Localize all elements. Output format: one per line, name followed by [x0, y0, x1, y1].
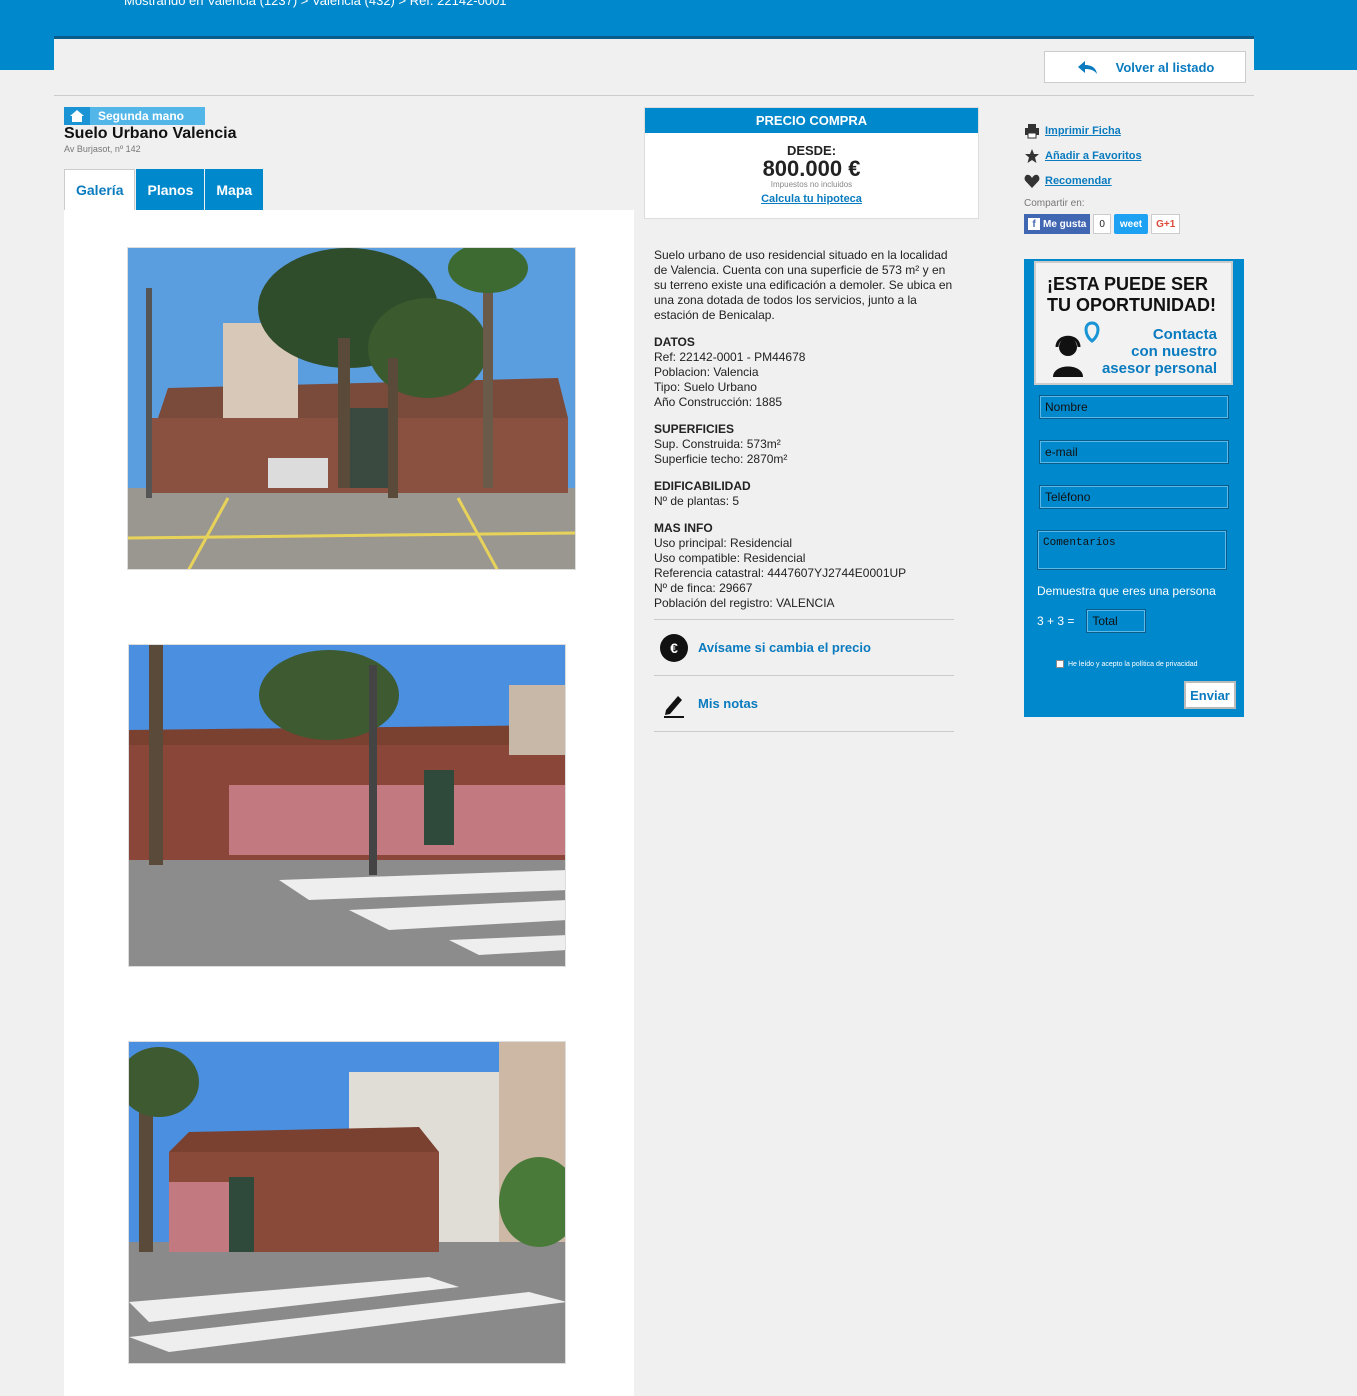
sup-construida: Sup. Construida: 573m²	[654, 437, 781, 451]
promo-banner: ¡ESTA PUEDE SER TU OPORTUNIDAD! Contacta…	[1034, 261, 1233, 385]
printer-icon	[1025, 123, 1039, 138]
tweet-button[interactable]: weet	[1113, 214, 1149, 234]
back-arrow-icon	[1077, 61, 1097, 74]
price-box: PRECIO COMPRA DESDE: 800.000 € Impuestos…	[644, 107, 979, 219]
euro-icon: €	[660, 633, 688, 662]
sup-techo: Superficie techo: 2870m²	[654, 452, 788, 466]
gallery-photo-1[interactable]	[127, 247, 576, 570]
mortgage-calculator-link[interactable]: Calcula tu hipoteca	[645, 193, 978, 205]
price-amount: 800.000 €	[762, 156, 861, 181]
promo-title: ¡ESTA PUEDE SER TU OPORTUNIDAD!	[1047, 274, 1216, 316]
facebook-like-count: 0	[1093, 214, 1111, 234]
listing-address: Av Burjasot, nº 142	[64, 144, 141, 154]
submit-button[interactable]: Enviar	[1184, 681, 1236, 709]
promo-title-line-1: ¡ESTA PUEDE SER	[1047, 274, 1209, 294]
recommend-link[interactable]: Recomendar	[1024, 168, 1142, 193]
share-label: Compartir en:	[1024, 198, 1085, 209]
datos-ref: Ref: 22142-0001 - PM44678	[654, 350, 806, 364]
privacy-checkbox[interactable]	[1056, 660, 1064, 668]
favorites-link[interactable]: Añadir a Favoritos	[1024, 143, 1142, 168]
num-finca: Nº de finca: 29667	[654, 581, 753, 595]
datos-poblacion: Poblacion: Valencia	[654, 365, 759, 379]
uso-compatible: Uso compatible: Residencial	[654, 551, 806, 565]
datos-heading: DATOS	[654, 335, 695, 349]
price-alert-button[interactable]: € Avísame si cambia el precio	[654, 619, 954, 675]
heart-icon	[1024, 174, 1040, 188]
photo-gallery	[64, 210, 634, 1396]
masinfo-heading: MAS INFO	[654, 521, 713, 535]
edificabilidad-heading: EDIFICABILIDAD	[654, 479, 751, 493]
listing-title: Suelo Urbano Valencia	[64, 125, 237, 142]
datos-anyo: Año Construcción: 1885	[654, 395, 783, 409]
promo-title-line-2: TU OPORTUNIDAD!	[1047, 295, 1216, 315]
facebook-like-button[interactable]: f Me gusta	[1024, 214, 1091, 234]
datos-tipo: Tipo: Suelo Urbano	[654, 380, 757, 394]
comments-field[interactable]: Comentarios	[1037, 530, 1227, 570]
promo-sub-line-1: Contacta	[1152, 326, 1217, 343]
pencil-icon	[664, 695, 684, 718]
gallery-tabs: Galería Planos Mapa	[64, 169, 264, 210]
recommend-label: Recomendar	[1045, 174, 1112, 187]
my-notes-button[interactable]: Mis notas	[654, 675, 954, 731]
promo-sub-line-2: con nuestro	[1131, 343, 1217, 360]
captcha-question: 3 + 3 =	[1037, 614, 1075, 628]
condition-tag-label: Segunda mano	[98, 109, 185, 123]
my-notes-label: Mis notas	[698, 696, 758, 711]
property-description: Suelo urbano de uso residencial situado …	[654, 248, 954, 611]
promo-subtitle: Contacta con nuestro asesor personal	[1102, 326, 1217, 377]
captcha-answer-field[interactable]: Total	[1086, 609, 1147, 633]
divider	[654, 731, 954, 732]
tab-planos[interactable]: Planos	[136, 169, 205, 210]
privacy-label: He leído y acepto la política de privaci…	[1068, 660, 1198, 668]
poblacion-registro: Población del registro: VALENCIA	[654, 596, 835, 610]
print-label: Imprimir Ficha	[1045, 124, 1121, 137]
ref-catastral: Referencia catastral: 4447607YJ2744E0001…	[654, 566, 907, 580]
back-button-label: Volver al listado	[1115, 59, 1215, 75]
phone-field[interactable]: Teléfono	[1039, 485, 1229, 509]
gallery-photo-3[interactable]	[128, 1041, 566, 1364]
num-plantas: Nº de plantas: 5	[654, 494, 740, 508]
captcha-row: 3 + 3 = Total	[1037, 609, 1147, 633]
facebook-icon: f	[1028, 218, 1040, 230]
tab-mapa[interactable]: Mapa	[205, 169, 264, 210]
home-icon	[64, 107, 90, 125]
print-link[interactable]: Imprimir Ficha	[1024, 118, 1142, 143]
contact-form: ¡ESTA PUEDE SER TU OPORTUNIDAD! Contacta…	[1024, 259, 1244, 717]
breadcrumb: Mostrando en Valencia (1237) > Valencia …	[124, 0, 507, 8]
facebook-like-label: Me gusta	[1043, 218, 1087, 230]
gallery-photo-2[interactable]	[128, 644, 566, 967]
superficies-heading: SUPERFICIES	[654, 422, 735, 436]
price-alert-label: Avísame si cambia el precio	[698, 640, 871, 655]
email-field[interactable]: e-mail	[1039, 440, 1229, 464]
back-to-list-button[interactable]: Volver al listado	[1044, 51, 1246, 83]
name-field[interactable]: Nombre	[1039, 395, 1229, 419]
human-check-label: Demuestra que eres una persona	[1037, 584, 1216, 598]
condition-tag: Segunda mano	[64, 107, 205, 125]
google-plus-button[interactable]: G+1	[1151, 214, 1181, 234]
uso-principal: Uso principal: Residencial	[654, 536, 793, 550]
privacy-consent: He leído y acepto la política de privaci…	[1056, 660, 1198, 668]
listing-tools: Imprimir Ficha Añadir a Favoritos Recome…	[1024, 118, 1142, 193]
price-heading: PRECIO COMPRA	[645, 108, 978, 133]
favorites-label: Añadir a Favoritos	[1045, 149, 1142, 162]
star-icon	[1025, 148, 1039, 163]
tax-note: Impuestos no incluidos	[770, 180, 853, 189]
share-buttons: f Me gusta 0 weet G+1	[1024, 214, 1181, 234]
tab-galeria[interactable]: Galería	[64, 169, 136, 210]
agent-headset-icon	[1053, 321, 1100, 377]
description-intro: Suelo urbano de uso residencial situado …	[654, 248, 953, 322]
promo-sub-line-3: asesor personal	[1101, 360, 1217, 377]
